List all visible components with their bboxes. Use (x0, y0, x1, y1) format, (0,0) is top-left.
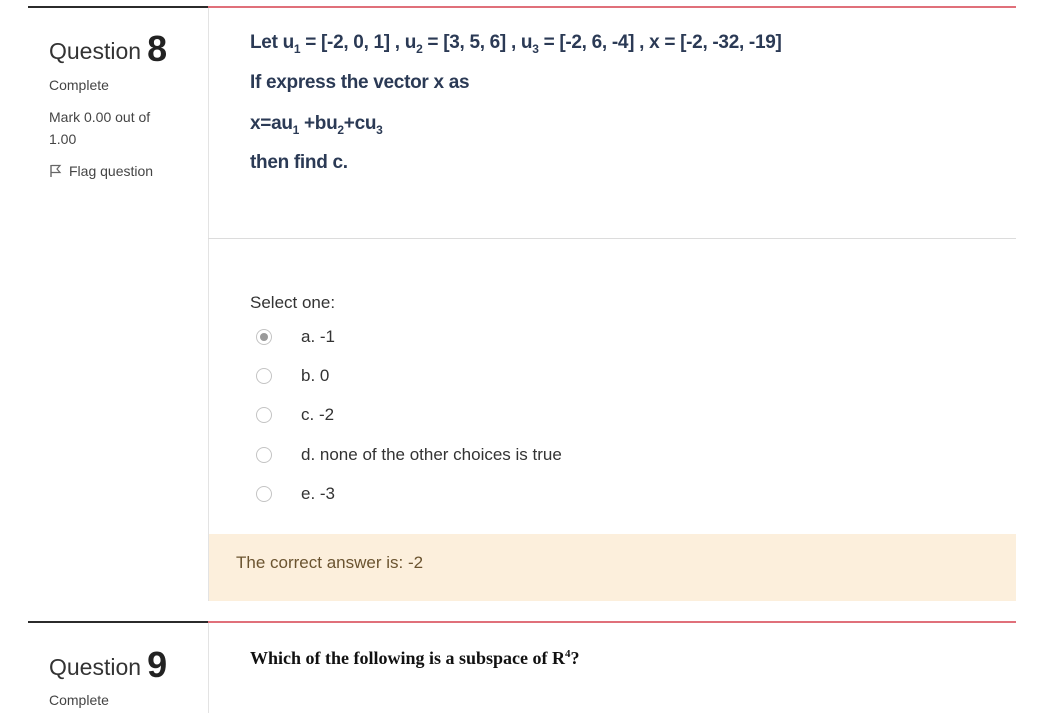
q9-status: Complete (49, 692, 109, 708)
flag-icon (50, 164, 62, 177)
q8-text-line2: If express the vector x as (250, 72, 470, 93)
radio-option-e[interactable] (256, 486, 272, 502)
q8-mark-total: 1.00 (49, 131, 77, 147)
q9-right-rule (208, 621, 1016, 623)
q9-title-label: Question (49, 654, 142, 680)
q9-title: Question 9 (49, 644, 167, 686)
select-one-prompt: Select one: (250, 293, 336, 312)
option-c-label: c. -2 (301, 405, 335, 424)
radio-option-a[interactable] (256, 329, 272, 345)
correct-answer-text: The correct answer is: -2 (236, 553, 424, 572)
option-a-label: a. -1 (301, 327, 336, 346)
q9-text: Which of the following is a subspace of … (250, 648, 580, 668)
radio-option-b[interactable] (256, 368, 272, 384)
q8-status: Complete (49, 77, 109, 93)
q8-title-label: Question (49, 38, 142, 64)
q9-number: 9 (147, 644, 168, 685)
q8-number: 8 (147, 28, 168, 69)
q9-divider (208, 623, 209, 713)
correct-answer-feedback: The correct answer is: -2 (209, 534, 1016, 601)
option-e-label: e. -3 (301, 484, 336, 503)
radio-option-c[interactable] (256, 407, 272, 423)
q8-mark-text: Mark 0.00 out of (49, 109, 151, 125)
q8-text-line4: then find c. (250, 152, 348, 173)
q8-divider (208, 8, 209, 601)
q8-text-line3: x=au1 +bu2+cu3 (250, 113, 383, 137)
q9-left-rule (28, 621, 208, 623)
q8-answer-separator (208, 238, 1016, 239)
q8-title: Question 8 (49, 28, 167, 70)
q8-mark: Mark 0.00 out of 1.00 (49, 106, 150, 150)
q8-text-line1: Let u1 = [-2, 0, 1] , u2 = [3, 5, 6] , u… (250, 32, 782, 56)
option-d-label: d. none of the other choices is true (301, 445, 562, 464)
flag-question-label: Flag question (69, 163, 154, 179)
flag-question-link[interactable]: Flag question (49, 163, 153, 179)
radio-option-d[interactable] (256, 447, 272, 463)
q8-right-rule (208, 6, 1016, 8)
q8-left-rule (28, 6, 208, 8)
option-b-label: b. 0 (301, 366, 330, 385)
